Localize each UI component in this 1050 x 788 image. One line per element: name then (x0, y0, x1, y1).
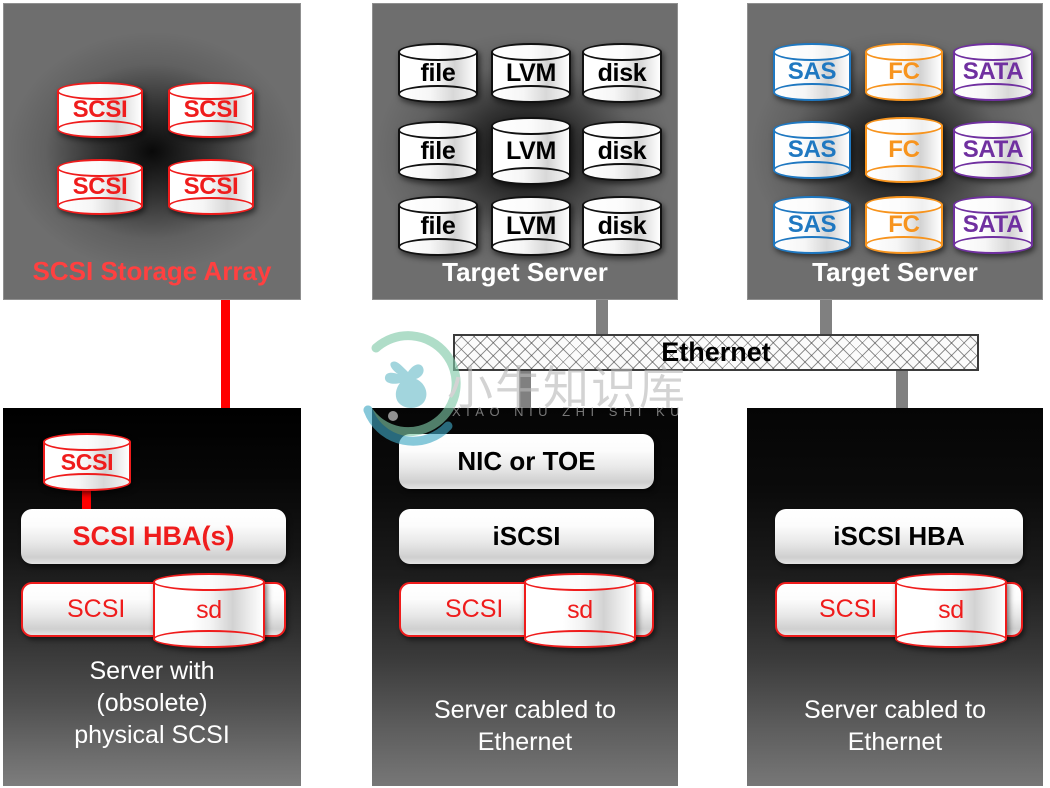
sd-driver-cylinder: sd (153, 573, 265, 648)
cylinder-label: LVM (505, 58, 556, 87)
cylinder-label: sd (567, 596, 593, 624)
caption-line: Server cabled to (803, 696, 987, 724)
server-software-iscsi-caption: Server cabled to Ethernet (372, 695, 678, 759)
cylinder-label: SAS (787, 136, 837, 163)
cylinder-label: disk (597, 211, 647, 240)
backstore-sata-cylinder: SATA (953, 43, 1033, 101)
caption-line: Server cabled to (433, 696, 617, 724)
nic-or-toe-box[interactable]: NIC or TOE (399, 434, 654, 489)
backstore-sata-cylinder: SATA (953, 121, 1033, 179)
scsi-stack-label: SCSI (445, 595, 504, 623)
backstore-file-cylinder: file (398, 121, 478, 181)
backstore-lvm-cylinder: LVM (491, 43, 571, 103)
scsi-stack-label: SCSI (67, 595, 126, 623)
backstore-sas-cylinder: SAS (773, 43, 851, 101)
scsi-storage-array-panel: SCSI SCSI SCSI SCSI SCSI Storage Array (3, 3, 301, 300)
cylinder-label: SCSI (60, 448, 114, 475)
storage-disk-cylinder: SCSI (57, 82, 143, 138)
scsi-stack-label: SCSI (819, 595, 878, 623)
cylinder-label: SATA (962, 136, 1024, 163)
cylinder-label: SCSI (183, 173, 239, 200)
cylinder-label: FC (888, 58, 920, 85)
cylinder-label: SCSI (72, 173, 128, 200)
server-software-iscsi-panel: NIC or TOE iSCSI SCSI sd Server cabled t… (372, 408, 678, 786)
target-server-1-caption: Target Server (442, 257, 608, 287)
caption-line: Ethernet (477, 727, 573, 756)
cylinder-label: file (420, 211, 456, 240)
cylinder-label: FC (888, 211, 920, 238)
target-server-1-panel: file LVM disk file LVM disk file LVM dis… (372, 3, 678, 300)
caption-line: physical SCSI (74, 720, 230, 749)
backstore-fc-cylinder: FC (865, 117, 943, 183)
cylinder-label: SCSI (183, 96, 239, 123)
cylinder-label: file (420, 136, 456, 165)
backstore-disk-cylinder: disk (582, 43, 662, 103)
cylinder-label: SCSI (72, 96, 128, 123)
sd-driver-cylinder: sd (895, 573, 1007, 648)
iscsi-hba-box[interactable]: iSCSI HBA (775, 509, 1023, 564)
diagram-canvas: SCSI SCSI SCSI SCSI SCSI Storage Array f… (0, 0, 1050, 788)
cylinder-label: LVM (505, 211, 556, 240)
scsi-device-cylinder: SCSI (43, 433, 131, 491)
caption-line: Server with (89, 657, 215, 685)
backstore-sas-cylinder: SAS (773, 121, 851, 179)
caption-line: Ethernet (847, 727, 943, 756)
cylinder-label: disk (597, 136, 647, 165)
target-server-2-panel: SAS FC SATA SAS FC SATA SAS FC SATA Targ… (747, 3, 1043, 300)
backstore-file-cylinder: file (398, 43, 478, 103)
server-physical-scsi-panel: SCSI SCSI HBA(s) SCSI sd Server with (ob… (3, 408, 301, 786)
backstore-fc-cylinder: FC (865, 43, 943, 101)
iscsi-layer-box[interactable]: iSCSI (399, 509, 654, 564)
backstore-lvm-cylinder: LVM (491, 117, 571, 185)
sd-driver-cylinder: sd (524, 573, 636, 648)
backstore-sata-cylinder: SATA (953, 196, 1033, 254)
backstore-file-cylinder: file (398, 196, 478, 256)
cylinder-label: FC (888, 136, 920, 163)
scsi-storage-array-caption: SCSI Storage Array (32, 256, 272, 286)
server-iscsi-hba-caption: Server cabled to Ethernet (747, 695, 1043, 759)
server-iscsi-hba-panel: iSCSI HBA SCSI sd Server cabled to Ether… (747, 408, 1043, 786)
iscsi-layer-label: iSCSI (492, 521, 561, 551)
cylinder-label: SAS (787, 211, 837, 238)
scsi-hba-box[interactable]: SCSI HBA(s) (21, 509, 286, 564)
cylinder-label: sd (938, 596, 964, 624)
cylinder-label: sd (196, 596, 222, 624)
cylinder-label: disk (597, 58, 647, 87)
cylinder-label: SAS (787, 58, 837, 85)
server-physical-scsi-caption: Server with (obsolete) physical SCSI (3, 656, 301, 751)
backstore-disk-cylinder: disk (582, 121, 662, 181)
cylinder-label: LVM (505, 136, 556, 165)
ethernet-label: Ethernet (661, 337, 771, 367)
target-server-2-caption: Target Server (812, 257, 978, 287)
nic-or-toe-label: NIC or TOE (457, 446, 596, 476)
storage-disk-cylinder: SCSI (168, 82, 254, 138)
backstore-fc-cylinder: FC (865, 196, 943, 254)
cylinder-label: file (420, 58, 456, 87)
cylinder-label: SATA (962, 211, 1024, 238)
scsi-hba-label: SCSI HBA(s) (72, 521, 235, 551)
iscsi-hba-label: iSCSI HBA (833, 521, 965, 551)
backstore-disk-cylinder: disk (582, 196, 662, 256)
storage-disk-cylinder: SCSI (168, 159, 254, 215)
cable-target2-to-ethernet (820, 300, 832, 338)
backstore-lvm-cylinder: LVM (491, 196, 571, 256)
cable-target1-to-ethernet (596, 300, 608, 338)
caption-line: (obsolete) (96, 688, 208, 717)
backstore-sas-cylinder: SAS (773, 196, 851, 254)
ethernet-bus: Ethernet (453, 334, 979, 371)
storage-disk-cylinder: SCSI (57, 159, 143, 215)
cylinder-label: SATA (962, 58, 1024, 85)
